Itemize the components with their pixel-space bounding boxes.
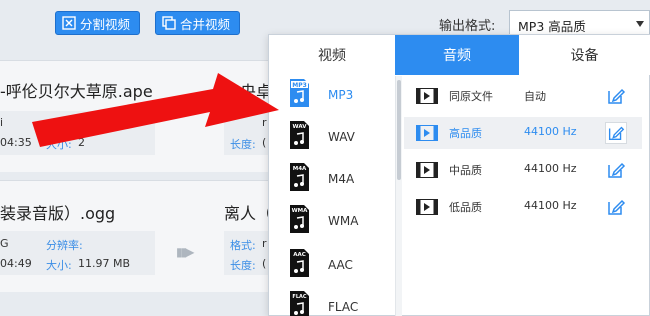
red-pointer-arrow-icon xyxy=(32,73,279,147)
